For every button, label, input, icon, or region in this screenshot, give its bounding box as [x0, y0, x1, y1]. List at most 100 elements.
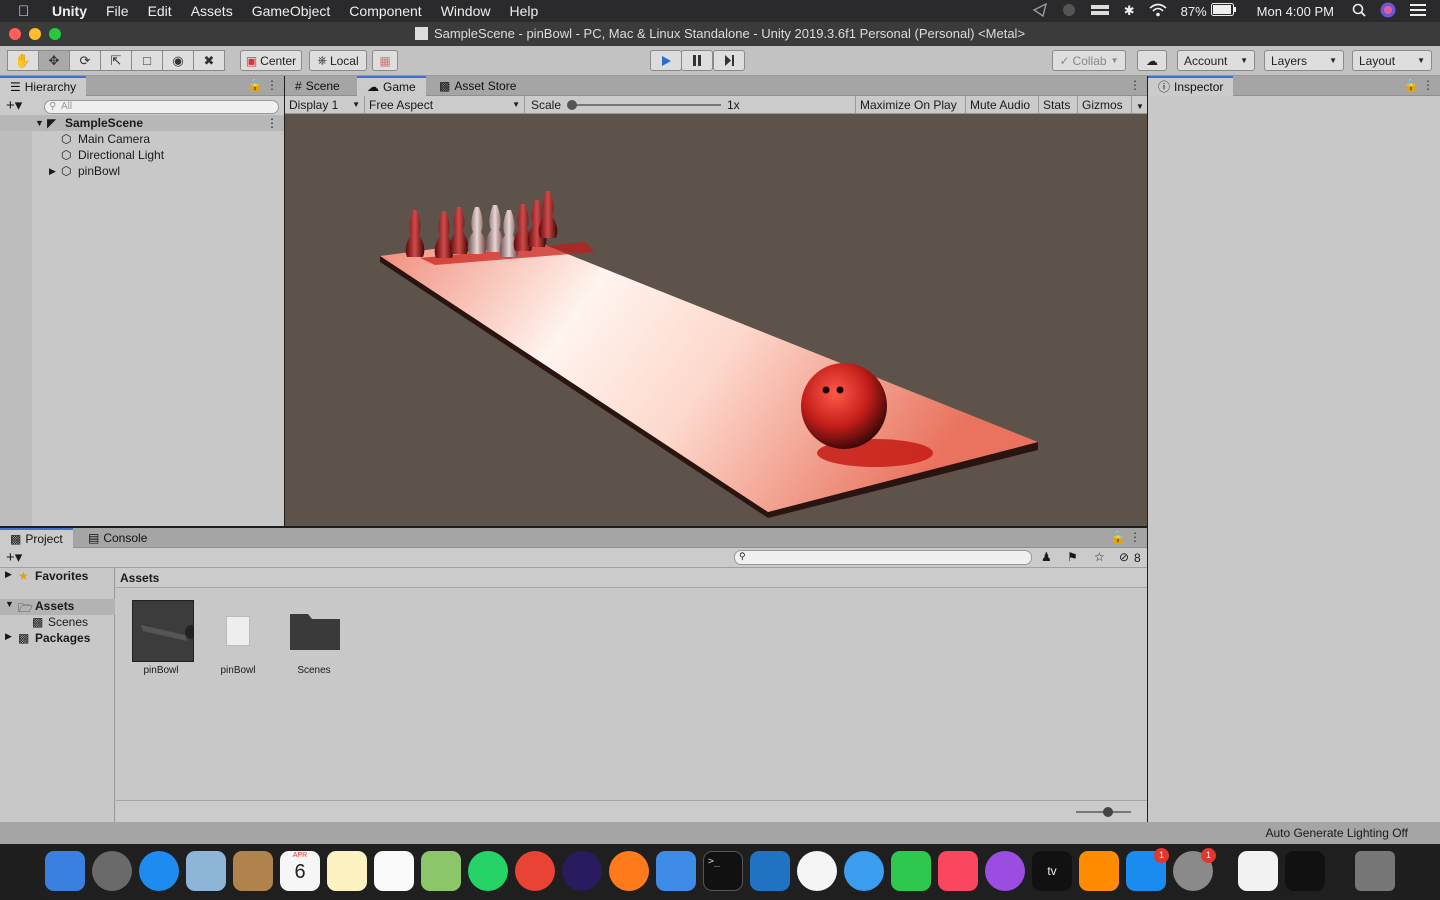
gizmos-dropdown-icon[interactable]: ▼	[1132, 96, 1147, 114]
zoom-window-button[interactable]	[49, 28, 61, 40]
rect-tool-icon[interactable]: □	[131, 50, 163, 71]
bluetooth-icon[interactable]: ✱	[1124, 3, 1135, 19]
lighting-status[interactable]: Auto Generate Lighting Off	[1265, 826, 1408, 840]
hierarchy-search-input[interactable]: ⚲ All	[44, 100, 279, 114]
notification-center-icon[interactable]	[1410, 3, 1426, 19]
create-icon[interactable]: +▾	[6, 96, 22, 114]
asset-prefab[interactable]	[132, 600, 199, 662]
minimize-window-button[interactable]	[29, 28, 41, 40]
wifi-icon[interactable]	[1149, 3, 1167, 20]
menu-help[interactable]: Help	[509, 3, 538, 19]
move-tool-icon[interactable]: ✥	[38, 50, 70, 71]
tab-asset-store[interactable]: ▩ Asset Store	[429, 76, 526, 96]
hand-tool-icon[interactable]: ✋	[7, 50, 39, 71]
rotate-tool-icon[interactable]: ⟳	[69, 50, 101, 71]
mute-audio-toggle[interactable]: Mute Audio	[966, 96, 1039, 114]
trash-icon[interactable]	[1355, 851, 1395, 891]
hierarchy-scene-row[interactable]: ▼ ◤ SampleScene ⋮	[0, 115, 284, 131]
display-dropdown[interactable]: Display 1 ▼	[285, 96, 365, 114]
favorite-star-icon[interactable]: ☆	[1094, 550, 1105, 564]
asset-file-icon[interactable]	[226, 616, 250, 646]
scene-menu-icon[interactable]: ⋮	[266, 115, 278, 131]
scale-tool-icon[interactable]: ⇱	[100, 50, 132, 71]
app-store-icon[interactable]: 1	[1126, 848, 1169, 891]
project-search-input[interactable]: ⚲	[734, 550, 1032, 565]
tree-item-assets[interactable]: ▼ 🗁 Assets	[0, 599, 115, 615]
unity-icon[interactable]	[1285, 851, 1325, 891]
tab-inspector[interactable]: ⓘ Inspector	[1148, 76, 1234, 96]
tab-console[interactable]: ▤ Console	[78, 528, 157, 548]
layout-dropdown[interactable]: Layout ▼	[1352, 50, 1432, 71]
cloud-icon[interactable]: ☁	[1137, 50, 1167, 71]
layers-dropdown[interactable]: Layers ▼	[1264, 50, 1344, 71]
asset-folder-icon[interactable]	[290, 610, 340, 650]
tab-project[interactable]: ▩ Project	[0, 528, 73, 548]
vscode-icon[interactable]	[750, 851, 790, 891]
hierarchy-item[interactable]: ⬡ Main Camera	[0, 131, 284, 147]
pivot-center-button[interactable]: ▣ Center	[240, 50, 302, 71]
menu-component[interactable]: Component	[349, 3, 421, 19]
close-window-button[interactable]	[9, 28, 21, 40]
menu-app-name[interactable]: Unity	[52, 3, 87, 19]
tree-item-scenes[interactable]: ▩ Scenes	[0, 615, 115, 631]
account-dropdown[interactable]: Account ▼	[1177, 50, 1255, 71]
menu-clock[interactable]: Mon 4:00 PM	[1257, 4, 1334, 19]
tab-hierarchy[interactable]: ☰ Hierarchy	[0, 76, 87, 96]
podcasts-icon[interactable]	[985, 851, 1025, 891]
hidden-packages-icon[interactable]: ⊘	[1119, 550, 1129, 564]
apple-icon[interactable]: 	[18, 3, 38, 20]
filter-label-icon[interactable]: ⚑	[1067, 550, 1078, 564]
menu-file[interactable]: File	[106, 3, 129, 19]
panel-menu-icon[interactable]: 🔒 ⋮	[1111, 530, 1141, 544]
menu-edit[interactable]: Edit	[148, 3, 172, 19]
messages-icon[interactable]	[844, 851, 884, 891]
create-icon[interactable]: +▾	[6, 548, 22, 566]
menu-window[interactable]: Window	[441, 3, 491, 19]
tree-item-packages[interactable]: ▶ ▩ Packages	[0, 631, 115, 647]
notes-icon[interactable]	[327, 851, 367, 891]
facetime-icon[interactable]	[891, 851, 931, 891]
custom-tool-icon[interactable]: ✖	[193, 50, 225, 71]
panel-menu-icon[interactable]: 🔒 ⋮	[248, 78, 278, 92]
xcode-icon[interactable]	[656, 851, 696, 891]
aspect-dropdown[interactable]: Free Aspect ▼	[365, 96, 525, 114]
filter-type-icon[interactable]: ♟	[1041, 550, 1052, 564]
music-icon[interactable]	[938, 851, 978, 891]
scale-slider-thumb[interactable]	[567, 100, 577, 110]
pause-button[interactable]	[681, 50, 713, 71]
expand-arrow-icon[interactable]: ▼	[35, 115, 44, 131]
contacts-icon[interactable]	[233, 851, 273, 891]
step-button[interactable]	[713, 50, 745, 71]
siri-icon[interactable]	[1380, 2, 1396, 21]
transform-tool-icon[interactable]: ◉	[162, 50, 194, 71]
photos-icon[interactable]	[797, 851, 837, 891]
unity-status-icon[interactable]	[1032, 2, 1048, 20]
hierarchy-item[interactable]: ▶ ⬡ pinBowl	[0, 163, 284, 179]
snap-icon[interactable]: ▦	[372, 50, 398, 71]
drive-icon[interactable]	[1090, 3, 1110, 20]
maximize-on-play-toggle[interactable]: Maximize On Play	[855, 96, 966, 114]
panel-menu-icon[interactable]: 🔒 ⋮	[1404, 78, 1434, 92]
firefox-icon[interactable]	[609, 851, 649, 891]
tree-item-favorites[interactable]: ▶ ★ Favorites	[0, 569, 115, 585]
terminal-icon[interactable]: >_	[703, 851, 743, 891]
launchpad-icon[interactable]	[92, 851, 132, 891]
tab-scene[interactable]: # Scene	[285, 76, 350, 96]
panel-menu-icon[interactable]: ⋮	[1129, 78, 1141, 92]
system-preferences-icon[interactable]: 1	[1173, 848, 1216, 891]
pivot-local-button[interactable]: ⎈ Local	[309, 50, 367, 71]
books-icon[interactable]	[1079, 851, 1119, 891]
menu-assets[interactable]: Assets	[191, 3, 233, 19]
safari-icon[interactable]	[139, 851, 179, 891]
finder-icon[interactable]	[45, 851, 85, 891]
play-button[interactable]	[650, 50, 682, 71]
whatsapp-icon[interactable]	[468, 851, 508, 891]
siri-icon[interactable]	[562, 851, 602, 891]
reminders-icon[interactable]	[374, 851, 414, 891]
expand-arrow-icon[interactable]: ▶	[49, 163, 56, 179]
preview-icon[interactable]	[186, 851, 226, 891]
circle-status-icon[interactable]	[1062, 3, 1076, 20]
maps-icon[interactable]	[421, 851, 461, 891]
chrome-icon[interactable]	[515, 851, 555, 891]
hierarchy-item[interactable]: ⬡ Directional Light	[0, 147, 284, 163]
